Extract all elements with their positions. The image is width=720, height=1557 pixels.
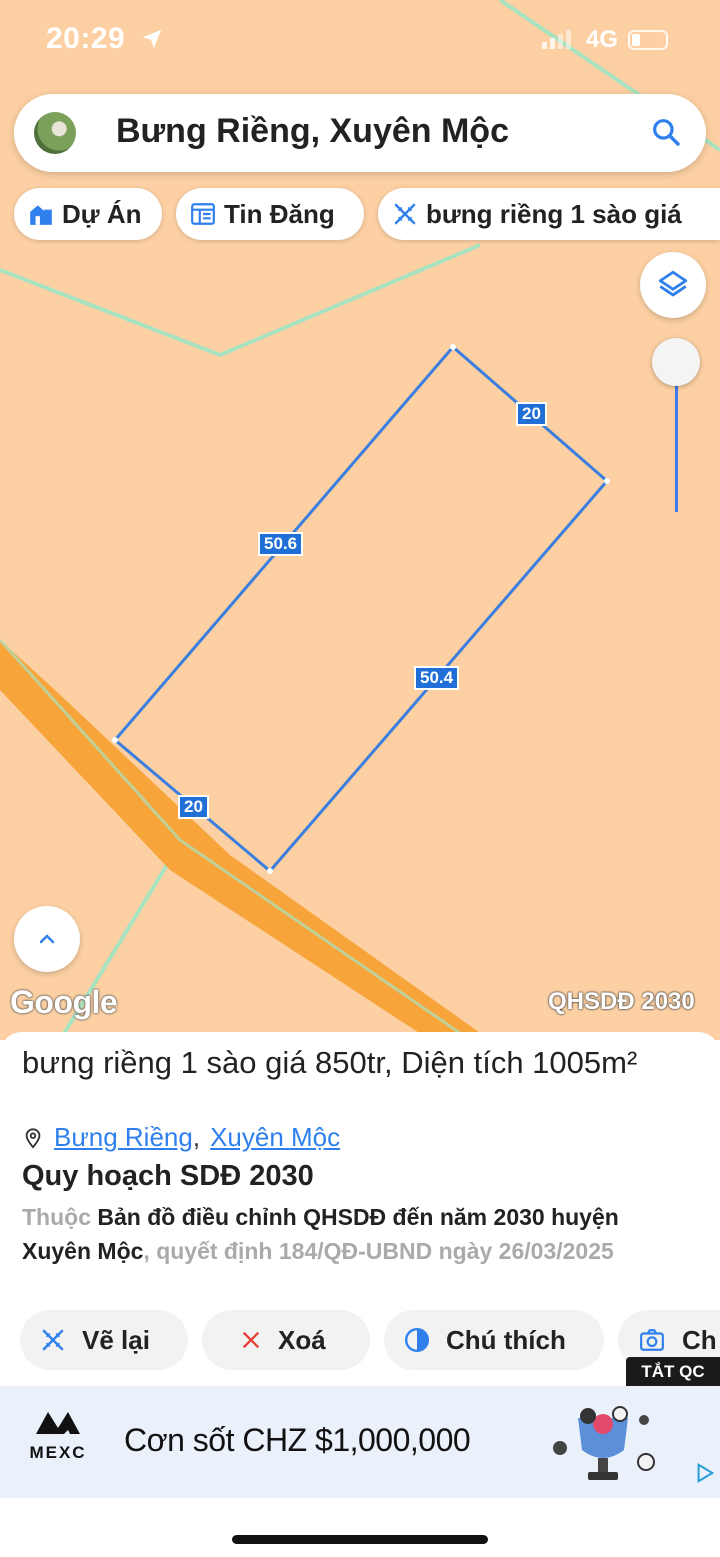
ad-text: Cơn sốt CHZ $1,000,000 bbox=[124, 1422, 471, 1458]
parcel-vertex[interactable] bbox=[112, 737, 118, 743]
mexc-logo-icon bbox=[36, 1412, 80, 1434]
opacity-slider-knob[interactable] bbox=[652, 338, 700, 386]
search-bar[interactable]: Bưng Riềng, Xuyên Mộc bbox=[14, 94, 706, 172]
search-icon[interactable] bbox=[650, 116, 682, 148]
signal-icon bbox=[542, 30, 571, 49]
plan-title: Quy hoạch SDĐ 2030 bbox=[22, 1160, 314, 1192]
listing-title: bưng riềng 1 sào giá 850tr, Diện tích 10… bbox=[22, 1045, 638, 1080]
location-arrow-icon bbox=[142, 29, 162, 49]
redraw-button[interactable]: Vẽ lại bbox=[20, 1310, 188, 1370]
adchoices-icon[interactable] bbox=[694, 1462, 716, 1484]
plan-description: Thuộc Bản đồ điều chỉnh QHSDĐ đến năm 20… bbox=[22, 1200, 682, 1268]
action-label: Xoá bbox=[278, 1324, 326, 1355]
chip-du-an[interactable]: Dự Án bbox=[14, 188, 162, 240]
action-label: Chú thích bbox=[446, 1324, 566, 1355]
news-icon bbox=[190, 201, 216, 227]
close-icon bbox=[240, 1329, 262, 1351]
layers-icon bbox=[658, 270, 688, 297]
ad-banner[interactable]: MEXC Cơn sốt CHZ $1,000,000 bbox=[0, 1386, 720, 1498]
location-separator: , bbox=[192, 1122, 201, 1152]
action-label: Vẽ lại bbox=[82, 1324, 150, 1355]
chip-label: Dự Án bbox=[62, 198, 142, 229]
expand-button[interactable] bbox=[14, 906, 80, 972]
ad-brand-logo: MEXC bbox=[22, 1408, 94, 1463]
plan-desc-prefix: Thuộc bbox=[22, 1204, 98, 1230]
chip-tin-dang[interactable]: Tin Đăng bbox=[176, 188, 364, 240]
legend-button[interactable]: Chú thích bbox=[384, 1310, 604, 1370]
avatar[interactable] bbox=[34, 112, 76, 154]
ruler-icon bbox=[392, 201, 418, 227]
home-indicator[interactable] bbox=[232, 1535, 488, 1544]
building-icon bbox=[28, 201, 54, 227]
chip-label: bưng riềng 1 sào giá bbox=[426, 198, 682, 229]
plan-desc-suffix: , quyết định 184/QĐ-UBND ngày 26/03/2025 bbox=[143, 1238, 614, 1264]
action-label: Ch bbox=[682, 1324, 717, 1355]
contrast-icon bbox=[404, 1327, 430, 1353]
hide-ads-button[interactable]: TẮT QC bbox=[626, 1357, 720, 1387]
chevron-up-icon bbox=[39, 934, 55, 944]
opacity-slider-track[interactable] bbox=[675, 380, 678, 512]
status-time: 20:29 bbox=[46, 22, 126, 55]
parcel-vertex[interactable] bbox=[267, 868, 273, 874]
camera-icon bbox=[638, 1327, 666, 1353]
listing-location: Bưng Riềng , Xuyên Mộc bbox=[22, 1122, 340, 1153]
dimension-label: 20 bbox=[178, 795, 209, 819]
ruler-icon bbox=[40, 1327, 66, 1353]
network-type: 4G bbox=[586, 26, 619, 53]
ad-brand-name: MEXC bbox=[29, 1443, 87, 1462]
district-link[interactable]: Xuyên Mộc bbox=[210, 1122, 340, 1153]
layer-label: QHSDĐ 2030 bbox=[548, 988, 695, 1015]
pin-icon bbox=[25, 1127, 41, 1149]
trophy-icon bbox=[553, 1406, 655, 1480]
parcel-vertex[interactable] bbox=[604, 478, 610, 484]
chip-label: Tin Đăng bbox=[224, 198, 335, 229]
dimension-label: 20 bbox=[516, 402, 547, 426]
dimension-label: 50.6 bbox=[258, 532, 304, 556]
parcel-vertex[interactable] bbox=[450, 344, 456, 350]
google-logo: Google bbox=[10, 984, 118, 1020]
delete-button[interactable]: Xoá bbox=[202, 1310, 370, 1370]
battery-icon bbox=[628, 30, 668, 50]
chip-saved-drawing[interactable]: bưng riềng 1 sào giá bbox=[378, 188, 720, 240]
dimension-label: 50.4 bbox=[414, 666, 460, 690]
commune-link[interactable]: Bưng Riềng bbox=[54, 1122, 193, 1153]
map-line bbox=[0, 243, 481, 358]
layers-button[interactable] bbox=[640, 252, 706, 318]
search-query[interactable]: Bưng Riềng, Xuyên Mộc bbox=[116, 112, 509, 151]
status-bar: 20:29 4G bbox=[0, 0, 720, 82]
